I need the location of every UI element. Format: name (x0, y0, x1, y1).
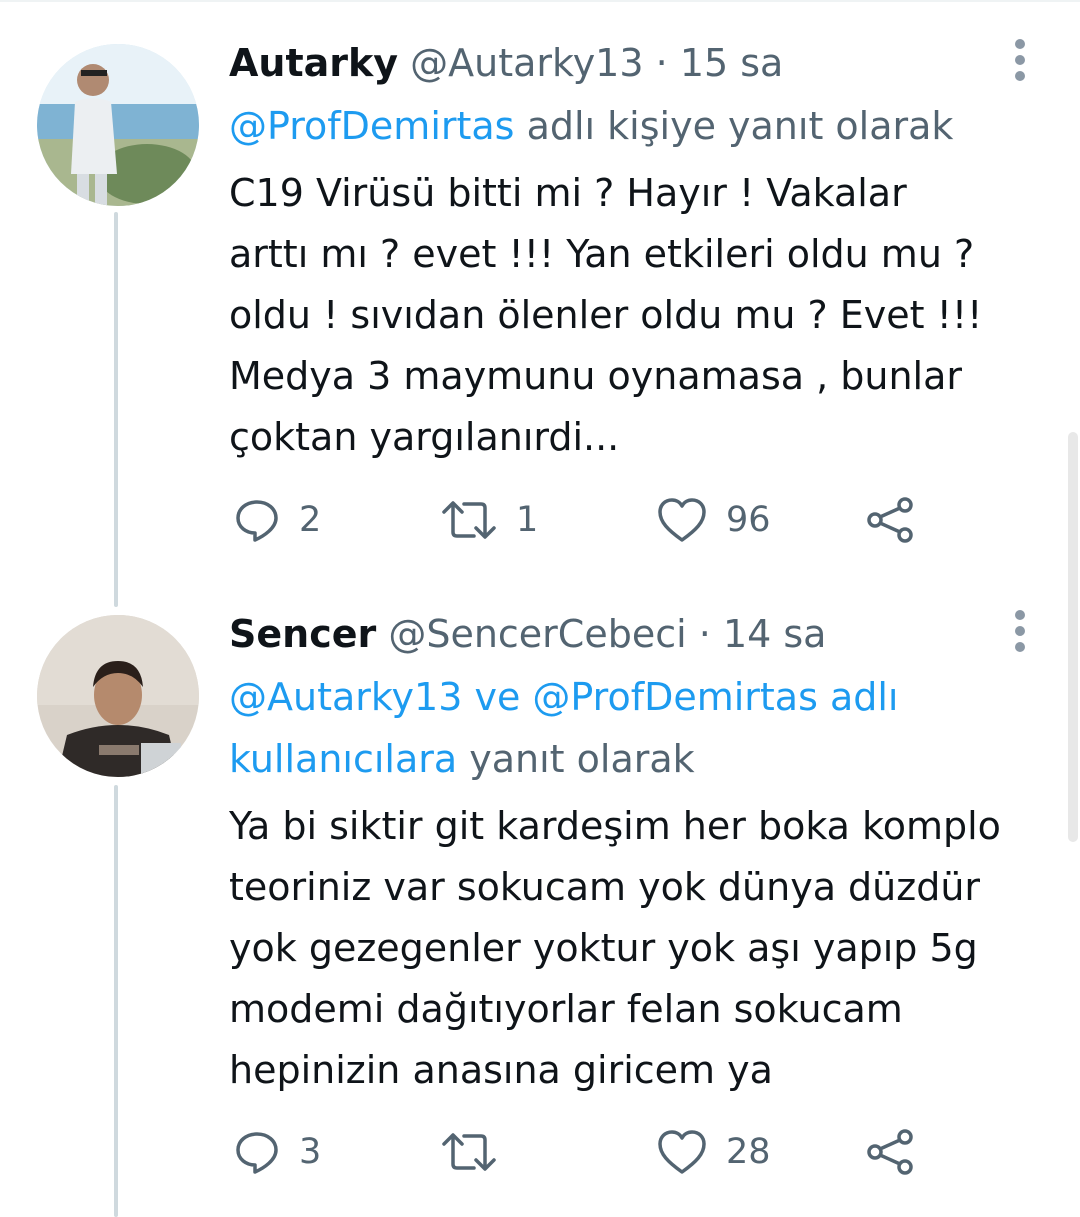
tweet-header: Sencer @SencerCebeci · 14 sa (229, 611, 826, 657)
heart-icon (656, 496, 708, 544)
top-divider (0, 0, 1080, 2)
more-vertical-icon[interactable] (1000, 601, 1040, 661)
reply-context: @ProfDemirtas adlı kişiye yanıt olarak (229, 95, 1029, 157)
tweet-text: Ya bi siktir git kardeşim her boka kompl… (229, 804, 1001, 1092)
share-button[interactable] (866, 1122, 916, 1182)
retweet-button[interactable] (440, 1122, 516, 1182)
reply-icon (233, 1128, 281, 1176)
author-handle[interactable]: @SencerCebeci (388, 612, 686, 656)
mention-link[interactable]: @ProfDemirtas (229, 104, 514, 148)
tweet-text: C19 Virüsü bitti mi ? Hayır ! Vakalar ar… (229, 171, 983, 459)
timestamp[interactable]: 14 sa (723, 612, 827, 656)
timestamp[interactable]: 15 sa (680, 41, 784, 85)
thread-connector-line (114, 212, 118, 607)
reply-context-label: adlı kişiye yanıt olarak (514, 104, 954, 148)
like-button[interactable]: 96 (656, 490, 771, 550)
reply-button[interactable]: 3 (233, 1122, 321, 1182)
like-button[interactable]: 28 (656, 1122, 771, 1182)
separator-dot: · (655, 41, 668, 85)
author-name[interactable]: Sencer (229, 612, 376, 656)
share-button[interactable] (866, 490, 916, 550)
share-icon (866, 496, 916, 544)
tweet-header: Autarky @Autarky13 · 15 sa (229, 40, 783, 86)
author-handle[interactable]: @Autarky13 (410, 41, 643, 85)
avatar[interactable] (37, 615, 199, 777)
like-count: 96 (726, 500, 771, 540)
retweet-icon (440, 498, 498, 542)
author-name[interactable]: Autarky (229, 41, 398, 85)
separator-dot: · (698, 612, 711, 656)
retweet-count: 1 (516, 500, 539, 540)
reply-context-label: yanıt olarak (457, 737, 695, 781)
more-vertical-icon[interactable] (1000, 30, 1040, 90)
reply-button[interactable]: 2 (233, 490, 321, 550)
avatar[interactable] (37, 44, 199, 206)
reply-icon (233, 496, 281, 544)
reply-context: @Autarky13 ve @ProfDemirtas adlı kullanı… (229, 666, 949, 790)
like-count: 28 (726, 1132, 771, 1172)
reply-count: 2 (299, 500, 322, 540)
heart-icon (656, 1128, 708, 1176)
reply-count: 3 (299, 1132, 322, 1172)
scrollbar[interactable] (1068, 432, 1078, 842)
retweet-icon (440, 1130, 498, 1174)
share-icon (866, 1128, 916, 1176)
thread-connector-line (114, 785, 118, 1217)
retweet-button[interactable]: 1 (440, 490, 538, 550)
